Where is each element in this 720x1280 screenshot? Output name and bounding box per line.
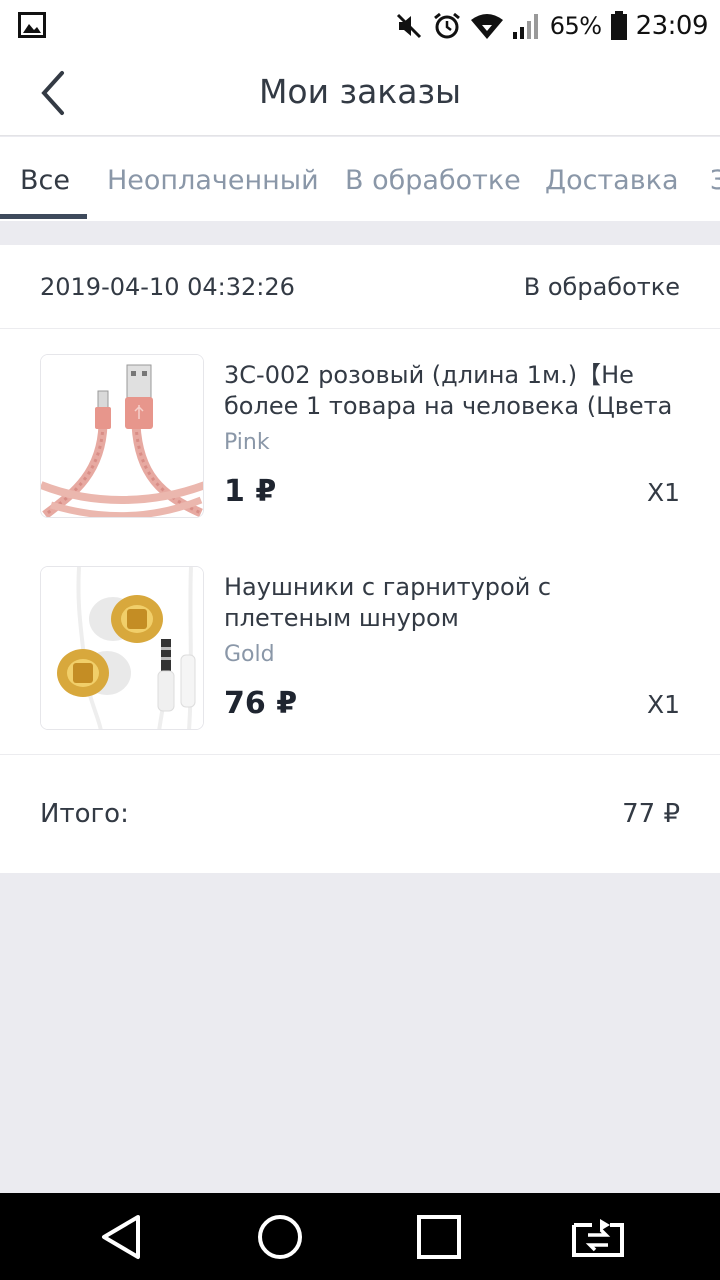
nav-recents-button[interactable]: [413, 1211, 465, 1263]
total-label: Итого:: [40, 799, 129, 829]
tab-next[interactable]: З: [710, 137, 720, 221]
active-tab-indicator: [0, 214, 87, 219]
pink-usb-cable-image: [40, 354, 204, 518]
gallery-icon: [18, 12, 46, 38]
switch-apps-icon: [572, 1219, 624, 1257]
order-tabs: Все Неоплаченный В обработке Доставка З: [0, 137, 720, 221]
order-card[interactable]: 2019-04-10 04:32:26 В обработке 3C-002 р…: [0, 245, 720, 873]
order-item[interactable]: 3C-002 розовый (длина 1м.)【Не более 1 то…: [0, 354, 720, 520]
nav-home-button[interactable]: [254, 1211, 306, 1263]
total-value: 77 ₽: [622, 799, 680, 829]
item-name: Наушники с гарнитурой с плетеным шнуром: [224, 573, 552, 632]
tab-processing[interactable]: В обработке: [345, 137, 521, 221]
nav-switch-button[interactable]: [570, 1211, 624, 1263]
item-variant: Pink: [224, 430, 270, 455]
item-name: 3C-002 розовый (длина 1м.)【Не более 1 то…: [224, 361, 673, 420]
order-date: 2019-04-10 04:32:26: [40, 273, 295, 301]
system-nav-bar: [0, 1193, 720, 1280]
home-circle-icon: [258, 1215, 302, 1259]
item-variant: Gold: [224, 642, 275, 667]
app-header: Мои заказы: [0, 50, 720, 136]
signal-icon: [512, 14, 538, 39]
page-title: Мои заказы: [258, 72, 462, 111]
tab-all[interactable]: Все: [20, 137, 70, 221]
order-header: 2019-04-10 04:32:26 В обработке: [0, 245, 720, 329]
item-price: 76 ₽: [224, 686, 298, 721]
back-triangle-icon: [102, 1215, 140, 1259]
mute-icon: [396, 13, 421, 39]
gold-earphones-image: [40, 566, 204, 730]
item-price: 1 ₽: [224, 474, 277, 509]
wifi-icon: [470, 14, 503, 39]
alarm-icon: [433, 12, 460, 39]
order-item[interactable]: Наушники с гарнитурой с плетеным шнуром …: [0, 566, 720, 732]
recents-square-icon: [417, 1215, 461, 1259]
tab-delivery[interactable]: Доставка: [545, 137, 679, 221]
screen: 65% 23:09 Мои заказы Все Неоплаченный В …: [0, 0, 720, 1280]
status-bar: 65% 23:09: [0, 0, 720, 50]
item-quantity: X1: [646, 690, 680, 719]
item-quantity: X1: [646, 478, 680, 507]
clock: 23:09: [635, 11, 709, 41]
order-total-row: Итого: 77 ₽: [0, 754, 720, 873]
status-icons: 65% 23:09: [394, 6, 709, 46]
nav-back-button[interactable]: [96, 1211, 148, 1263]
order-status: В обработке: [523, 273, 680, 301]
battery-icon: [610, 11, 627, 40]
battery-percent: 65%: [549, 12, 602, 40]
tab-unpaid[interactable]: Неоплаченный: [107, 137, 319, 221]
